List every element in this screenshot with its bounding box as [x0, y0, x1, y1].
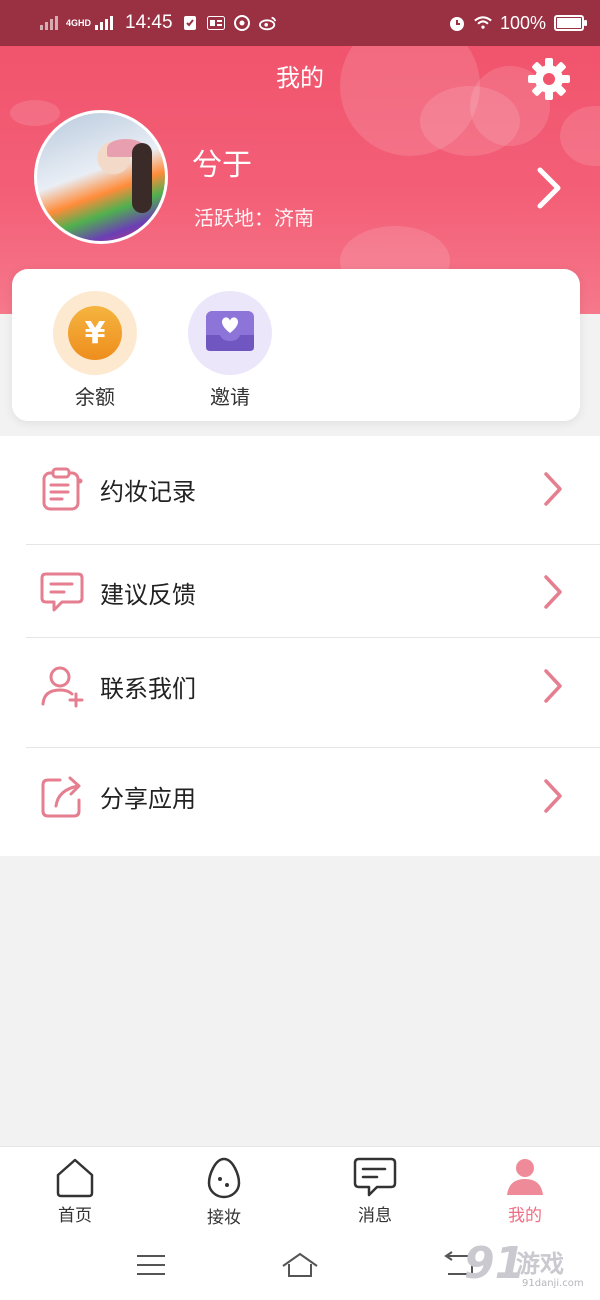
divider	[26, 747, 600, 748]
chevron-right-icon	[542, 778, 564, 814]
home-icon	[53, 1155, 97, 1199]
user-location: 活跃地：济南	[194, 206, 314, 230]
chevron-right-icon	[542, 574, 564, 610]
menu-item-makeup-records[interactable]: 约妆记录	[0, 449, 600, 529]
person-icon	[503, 1155, 547, 1199]
message-icon	[353, 1155, 397, 1199]
menu-lines-icon[interactable]	[131, 1248, 171, 1282]
nav-home[interactable]: 首页	[25, 1155, 125, 1226]
chevron-right-icon	[542, 471, 564, 507]
alarm-icon	[448, 14, 466, 32]
balance-label: 余额	[75, 385, 115, 409]
menu-list: 约妆记录 建议反馈 联系我们 分享应用	[0, 436, 600, 856]
invite-button[interactable]: 邀请	[180, 291, 280, 410]
page-title: 我的	[276, 64, 324, 92]
nav-label-mine: 我的	[508, 1206, 542, 1226]
nav-messages[interactable]: 消息	[325, 1155, 425, 1226]
nav-label-messages: 消息	[358, 1206, 392, 1226]
feedback-icon	[40, 570, 84, 614]
wifi-icon	[474, 14, 492, 32]
menu-item-contact[interactable]: 联系我们	[0, 646, 600, 726]
quick-actions-card: ¥ 余额 邀请	[12, 269, 580, 421]
watermark-site: 91danji.com	[522, 1278, 584, 1289]
network-type: 4GHD	[66, 17, 92, 28]
settings-gear-icon[interactable]	[526, 56, 572, 102]
egg-icon	[202, 1155, 246, 1199]
contact-person-icon	[40, 664, 84, 708]
menu-label-makeup-records: 约妆记录	[100, 477, 196, 506]
watermark-text: 游戏	[516, 1250, 564, 1278]
share-icon	[40, 774, 84, 818]
divider	[26, 544, 600, 545]
nav-label-home: 首页	[58, 1206, 92, 1226]
menu-item-feedback[interactable]: 建议反馈	[0, 552, 600, 632]
balance-button[interactable]: ¥ 余额	[45, 291, 145, 410]
menu-label-contact: 联系我们	[100, 674, 196, 703]
status-time: 14:45	[125, 12, 173, 33]
weibo-icon	[258, 14, 277, 32]
battery-icon	[554, 15, 587, 31]
avatar[interactable]	[34, 110, 168, 244]
coin-icon: ¥	[68, 306, 122, 360]
status-bar: 4GHD 14:45 100%	[0, 0, 600, 46]
menu-label-share: 分享应用	[100, 784, 196, 813]
signal-icon	[40, 16, 58, 30]
nav-mine[interactable]: 我的	[475, 1155, 575, 1226]
site-watermark: 91 游戏 91danji.com	[464, 1238, 594, 1296]
clipboard-icon	[40, 467, 84, 511]
chevron-right-icon	[542, 668, 564, 704]
home-outline-icon[interactable]	[280, 1248, 320, 1282]
netease-icon	[233, 14, 251, 32]
bottom-nav: 首页 接妆 消息 我的	[0, 1146, 600, 1234]
notification-check-icon	[181, 14, 199, 32]
menu-item-share[interactable]: 分享应用	[0, 756, 600, 836]
battery-percent: 100%	[499, 12, 546, 33]
toutiao-icon	[206, 14, 225, 32]
invite-heart-icon	[202, 307, 258, 359]
signal-strong-icon	[95, 16, 114, 30]
divider	[26, 637, 600, 638]
invite-label: 邀请	[210, 385, 250, 409]
nav-accept-makeup[interactable]: 接妆	[174, 1155, 274, 1228]
chevron-right-icon[interactable]	[534, 166, 564, 210]
nav-label-accept-makeup: 接妆	[207, 1208, 241, 1228]
menu-label-feedback: 建议反馈	[100, 580, 196, 609]
user-name: 兮于	[192, 148, 252, 183]
